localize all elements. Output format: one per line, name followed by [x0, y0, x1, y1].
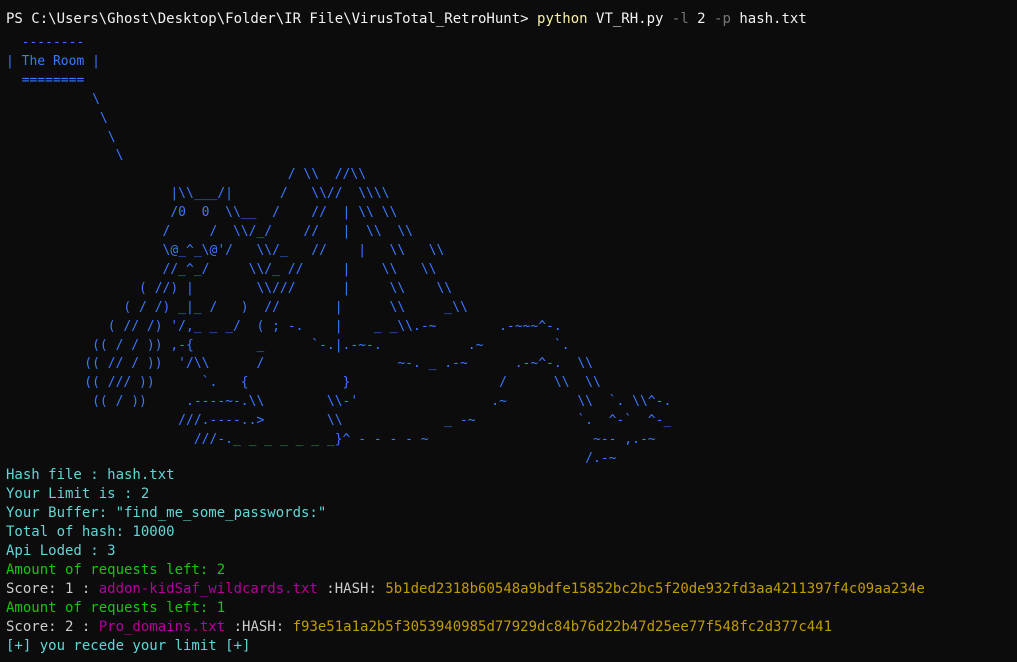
score-1-file: addon-kidSaf_wildcards.txt: [98, 581, 318, 597]
score-2-hash-label: :HASH:: [225, 619, 293, 635]
score-1-prefix: Score: 1 :: [6, 581, 99, 597]
output-score-2: Score: 2 : Pro_domains.txt :HASH: f93e51…: [6, 618, 832, 637]
prompt-path: PS C:\Users\Ghost\Desktop\Folder\IR File…: [6, 11, 538, 27]
output-buffer: Your Buffer: "find_me_some_passwords:": [6, 505, 327, 521]
command-flag-l: -l: [671, 11, 689, 27]
command-python: python: [537, 11, 588, 27]
output-api-loaded: Api Loded : 3: [6, 543, 116, 559]
output-hash-file: Hash file : hash.txt: [6, 467, 175, 483]
output-score-1: Score: 1 : addon-kidSaf_wildcards.txt :H…: [6, 580, 925, 599]
output-requests-left-2: Amount of requests left: 1: [6, 600, 226, 616]
command-prompt-line: PS C:\Users\Ghost\Desktop\Folder\IR File…: [6, 10, 807, 29]
terminal-window[interactable]: PS C:\Users\Ghost\Desktop\Folder\IR File…: [0, 0, 1017, 662]
output-total-hash: Total of hash: 10000: [6, 524, 175, 540]
output-limit: Your Limit is : 2: [6, 486, 150, 502]
command-flag-p: -p: [714, 11, 731, 27]
command-script: VT_RH.py: [587, 11, 672, 27]
score-1-hash: 5b1ded2318b60548a9bdfe15852bc2bc5f20de93…: [385, 581, 925, 597]
output-recede-limit: [+] you recede your limit [+]: [6, 638, 251, 654]
score-1-hash-label: :HASH:: [317, 581, 386, 597]
output-requests-left-1: Amount of requests left: 2: [6, 562, 226, 578]
score-2-prefix: Score: 2 :: [6, 619, 99, 635]
command-hash-file: hash.txt: [730, 11, 807, 27]
the-room-ascii-art: -------- | The Room | ======== \ \ \ \ /…: [6, 35, 672, 466]
score-2-file: Pro_domains.txt: [98, 619, 226, 635]
score-2-hash: f93e51a1a2b5f3053940985d77929dc84b76d22b…: [292, 619, 833, 635]
command-limit-value: 2: [688, 11, 715, 27]
